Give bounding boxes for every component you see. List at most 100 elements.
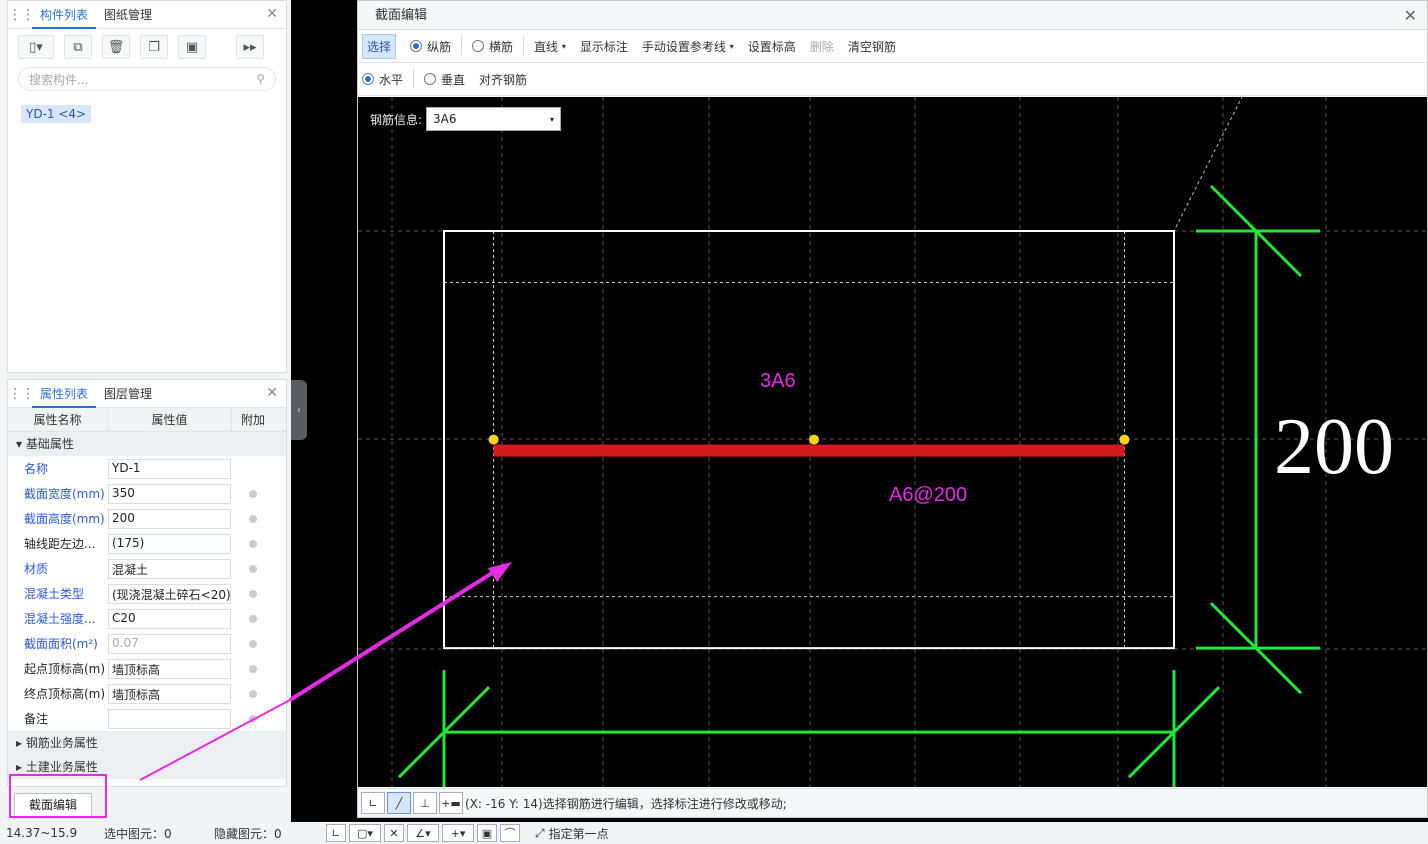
attach-checkbox[interactable]	[249, 639, 257, 648]
dialog-title-bar: 截面编辑 ✕	[358, 1, 1427, 30]
expand-more-icon[interactable]: ▸▸	[236, 35, 264, 59]
show-dim-button[interactable]: 显示标注	[580, 38, 628, 55]
property-row: 备注	[8, 706, 286, 731]
property-value-input[interactable]: (175)	[108, 533, 231, 554]
transverse-label: 横筋	[489, 39, 514, 54]
radio-off-icon	[424, 73, 437, 85]
property-value-input[interactable]	[108, 708, 231, 729]
rebar-line[interactable]	[493, 444, 1125, 457]
property-row: 混凝土类型 (现浇混凝土碎石<20)	[8, 581, 286, 606]
property-value-input[interactable]: 墙顶标高	[108, 658, 231, 679]
clear-rebar-button[interactable]: 清空钢筋	[848, 38, 896, 55]
property-value-input[interactable]: C20	[108, 608, 231, 629]
ortho-icon[interactable]: ∟	[326, 824, 346, 842]
section-drawing: 3A6 A6@200 200	[358, 97, 1427, 787]
tab-component-list[interactable]: 构件列表	[32, 1, 97, 29]
close-icon[interactable]: ✕	[266, 385, 278, 401]
attach-checkbox[interactable]	[249, 689, 257, 698]
rect-select-icon[interactable]: ▢▾	[349, 824, 381, 842]
drag-grip-icon[interactable]: ⋮⋮	[8, 7, 35, 23]
tab-layer-manage[interactable]: 图层管理	[96, 380, 160, 408]
angle-icon[interactable]: ∠▾	[407, 824, 439, 842]
property-name: 轴线距左边...	[24, 537, 96, 551]
attach-checkbox[interactable]	[249, 614, 257, 623]
property-value-input[interactable]: 混凝土	[108, 558, 231, 579]
new-component-icon[interactable]: ▯▾	[18, 35, 54, 59]
property-value-input[interactable]: 墙顶标高	[108, 683, 231, 704]
search-placeholder: 搜索构件...	[29, 72, 89, 87]
property-row: 终点顶标高(m) 墙顶标高	[8, 681, 286, 706]
dialog-status-bar: ∟ ╱ ⊥ +▬ (X: -16 Y: 14)选择钢筋进行编辑，选择标注进行修改…	[358, 788, 1427, 817]
horizontal-radio[interactable]: 水平	[362, 71, 403, 88]
line-snap-icon[interactable]: ╱	[387, 792, 411, 814]
transverse-radio[interactable]: 横筋	[472, 38, 513, 55]
set-elev-button[interactable]: 设置标高	[748, 38, 796, 55]
attach-checkbox[interactable]	[249, 589, 257, 598]
close-icon[interactable]: ✕	[266, 6, 278, 22]
distribution-label[interactable]: A6@200	[889, 484, 967, 506]
group-civil-label: 土建业务属性	[25, 760, 98, 774]
chevron-down-icon: ▾	[550, 114, 555, 124]
horizontal-label: 水平	[379, 72, 404, 87]
group-basic[interactable]: ▾ 基础属性	[8, 432, 286, 456]
property-name: 备注	[24, 712, 49, 726]
attach-checkbox[interactable]	[249, 489, 257, 498]
perpendicular-icon[interactable]: ⊥	[413, 792, 437, 814]
property-panel: ⋮⋮ 属性列表 图层管理 ✕ 属性名称 属性值 附加 ▾ 基础属性 名称 YD-1…	[7, 379, 287, 787]
align-rebar-button[interactable]: 对齐钢筋	[479, 71, 527, 88]
collapse-handle[interactable]: ‹	[291, 380, 307, 440]
attach-checkbox[interactable]	[249, 564, 257, 573]
line-dropdown[interactable]: 直线 ▾	[534, 38, 566, 55]
component-item-yd1[interactable]: YD-1 <4>	[21, 105, 92, 123]
longitudinal-radio[interactable]: 纵筋	[410, 38, 451, 55]
rebar-info: 钢筋信息: 3A6 ▾	[370, 107, 562, 131]
delete-button[interactable]: 删除	[810, 38, 834, 55]
drawing-canvas[interactable]: 3A6 A6@200 200 钢筋信息: 3A6 ▾	[358, 97, 1427, 787]
top-rebar-label[interactable]: 3A6	[760, 370, 796, 392]
height-dim-label[interactable]: 200	[1274, 403, 1394, 491]
copy-icon[interactable]: ⧉	[64, 35, 92, 59]
group-rebar-label: 钢筋业务属性	[25, 736, 98, 750]
add-point-icon[interactable]: +▾	[442, 824, 474, 842]
curve-icon[interactable]: ⌒	[500, 824, 520, 842]
separator	[413, 70, 415, 88]
attach-checkbox[interactable]	[249, 514, 257, 523]
add-point-icon[interactable]: +▬	[439, 792, 463, 814]
attach-checkbox[interactable]	[249, 664, 257, 673]
property-value-input[interactable]: 0.07	[108, 633, 231, 654]
save-icon[interactable]: ▣	[178, 35, 206, 59]
delete-icon[interactable]: 🗑	[102, 35, 130, 59]
chevron-down-icon: ▾	[561, 41, 566, 51]
tab-property-list[interactable]: 属性列表	[32, 380, 97, 408]
header-prop-extra: 附加	[240, 413, 265, 427]
radio-off-icon	[472, 40, 485, 52]
manual-ref-dropdown[interactable]: 手动设置参考线 ▾	[642, 38, 734, 55]
duplicate-icon[interactable]: ❐	[140, 35, 168, 59]
drag-grip-icon[interactable]: ⋮⋮	[8, 386, 35, 402]
component-toolbar: ▯▾ ⧉ 🗑 ❐ ▣ ▸▸	[8, 29, 286, 65]
snapshot-icon[interactable]: ▣	[477, 824, 497, 842]
close-icon[interactable]: ✕	[1404, 1, 1417, 30]
vertical-label: 垂直	[441, 72, 466, 87]
property-value-input[interactable]: YD-1	[108, 458, 231, 479]
property-name: 终点顶标高(m)	[24, 687, 106, 701]
rebar-info-select[interactable]: 3A6 ▾	[426, 107, 562, 131]
toolbar-secondary: 水平 垂直 对齐钢筋	[358, 63, 1427, 96]
cross-icon[interactable]: ✕	[384, 824, 404, 842]
group-rebar[interactable]: ▸ 钢筋业务属性	[8, 731, 286, 755]
property-value-input[interactable]: 350	[108, 483, 231, 504]
tab-drawing-manage[interactable]: 图纸管理	[96, 1, 160, 29]
property-name: 起点顶标高(m)	[24, 662, 106, 676]
search-input[interactable]: 搜索构件... ⚲	[18, 67, 276, 91]
property-row: 截面高度(mm) 200	[8, 506, 286, 531]
attach-checkbox[interactable]	[249, 539, 257, 548]
vertical-radio[interactable]: 垂直	[424, 71, 465, 88]
property-value-input[interactable]: (现浇混凝土碎石<20)	[108, 583, 231, 604]
attach-checkbox[interactable]	[249, 714, 257, 723]
property-name: 混凝土类型	[24, 587, 85, 601]
property-value-input[interactable]: 200	[108, 508, 231, 529]
ortho-icon[interactable]: ∟	[361, 792, 385, 814]
property-name: 截面面积(m²)	[24, 637, 98, 651]
select-button[interactable]: 选择	[362, 33, 397, 59]
resize-icon: ⤢	[535, 825, 545, 840]
